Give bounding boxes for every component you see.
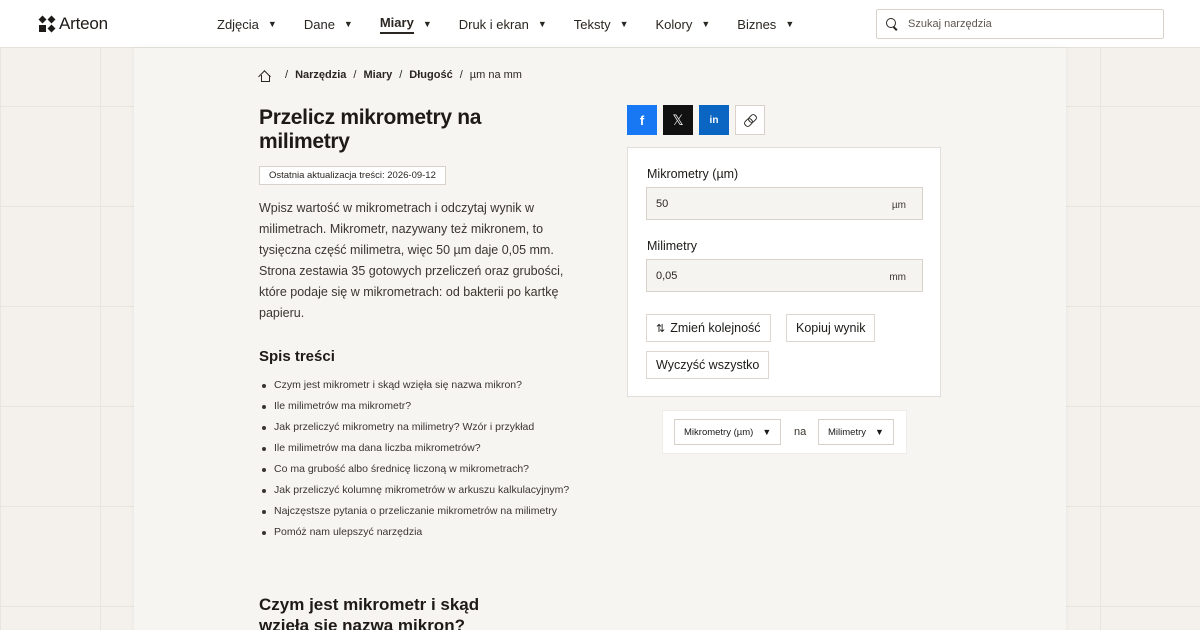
to-unit-select[interactable]: Milimetry ▼ (818, 419, 894, 445)
from-field: µm (646, 187, 923, 220)
from-unit: µm (891, 200, 906, 211)
home-icon[interactable] (259, 70, 270, 82)
toc-item[interactable]: Ile milimetrów ma mikrometr? (261, 396, 569, 417)
chevron-down-icon: ▼ (785, 19, 795, 29)
facebook-icon: f (639, 112, 645, 128)
chevron-down-icon: ▼ (619, 19, 629, 29)
nav-item-druk-i-ekran[interactable]: Druk i ekran ▼ (459, 0, 547, 48)
logo-icon (38, 15, 56, 33)
share-buttons: f 𝕏 in (627, 105, 765, 135)
breadcrumb-current: µm na mm (469, 69, 522, 81)
toc-item[interactable]: Jak przeliczyć mikrometry na milimetry? … (261, 417, 569, 438)
linkedin-share-button[interactable]: in (699, 105, 729, 135)
main-nav: Zdjęcia ▼ Dane ▼ Miary ▼ Druk i ekran ▼ Teks… (217, 0, 821, 48)
last-updated-badge: Ostatnia aktualizacja treści: 2026-09-12 (259, 166, 446, 185)
brand-logo[interactable]: Arteon (38, 14, 108, 34)
nav-item-teksty[interactable]: Teksty ▼ (574, 0, 629, 48)
toc-item[interactable]: Co ma grubość albo średnicę liczoną w mi… (261, 459, 569, 480)
chevron-down-icon: ▼ (875, 427, 884, 437)
search-box (876, 9, 1164, 39)
x-icon: 𝕏 (672, 111, 684, 128)
chevron-down-icon: ▼ (267, 19, 277, 29)
chevron-down-icon: ▼ (422, 19, 432, 29)
nav-item-zdjecia[interactable]: Zdjęcia ▼ (217, 0, 277, 48)
converter-card: Mikrometry (µm) µm Milimetry mm ⇅ Zmień … (627, 147, 941, 397)
toc-item[interactable]: Ile milimetrów ma dana liczba mikrometró… (261, 438, 569, 459)
swap-order-button[interactable]: ⇅ Zmień kolejność (646, 314, 771, 342)
toc-item[interactable]: Jak przeliczyć kolumnę mikrometrów w ark… (261, 480, 569, 501)
toc-title: Spis treści (259, 348, 335, 365)
nav-item-biznes[interactable]: Biznes ▼ (737, 0, 794, 48)
section-heading: Czym jest mikrometr i skąd wzięła się na… (259, 595, 480, 630)
search-icon (886, 18, 898, 30)
from-field-label: Mikrometry (µm) (647, 167, 739, 181)
top-navbar: Arteon Zdjęcia ▼ Dane ▼ Miary ▼ Druk i ekra… (0, 0, 1200, 48)
chevron-down-icon: ▼ (343, 19, 353, 29)
search-input[interactable] (908, 18, 1148, 30)
chevron-down-icon: ▼ (701, 19, 711, 29)
micrometers-input[interactable] (656, 197, 856, 210)
breadcrumb-item-miary[interactable]: Miary (363, 69, 392, 81)
unit-selector-bar: Mikrometry (µm) ▼ na Milimetry ▼ (662, 410, 907, 454)
toc-item[interactable]: Pomóż nam ulepszyć narzędzia (261, 522, 569, 543)
linkedin-icon: in (709, 114, 719, 126)
toc-item[interactable]: Najczęstsze pytania o przeliczanie mikro… (261, 501, 569, 522)
chevron-down-icon: ▼ (762, 427, 772, 437)
link-icon (744, 114, 756, 126)
breadcrumb-item-narzedzia[interactable]: Narzędzia (295, 69, 346, 81)
brand-name: Arteon (59, 14, 108, 33)
chevron-down-icon: ▼ (537, 19, 547, 29)
breadcrumb: / Narzędzia / Miary / Długość / µm na mm (259, 69, 522, 82)
clear-all-button[interactable]: Wyczyść wszystko (646, 351, 770, 379)
page-title: Przelicz mikrometry na milimetry (259, 106, 482, 153)
facebook-share-button[interactable]: f (627, 105, 657, 135)
toc-item[interactable]: Czym jest mikrometr i skąd wzięła się na… (261, 375, 569, 396)
breadcrumb-item-dlugosc[interactable]: Długość (409, 69, 452, 81)
copy-link-button[interactable] (735, 105, 765, 135)
to-unit: mm (889, 272, 906, 283)
millimeters-input[interactable] (656, 269, 856, 282)
x-share-button[interactable]: 𝕏 (663, 105, 693, 135)
nav-item-dane[interactable]: Dane ▼ (304, 0, 353, 48)
swap-icon: ⇅ (656, 322, 665, 335)
to-field: mm (646, 259, 923, 292)
intro-text: Wpisz wartość w mikrometrach i odczytaj … (259, 201, 564, 320)
nav-item-kolory[interactable]: Kolory ▼ (656, 0, 711, 48)
from-unit-select[interactable]: Mikrometry (µm) ▼ (674, 419, 782, 445)
unit-connector: na (794, 426, 807, 438)
to-field-label: Milimetry (647, 239, 697, 253)
nav-item-miary[interactable]: Miary ▼ (379, 0, 432, 48)
table-of-contents: Czym jest mikrometr i skąd wzięła się na… (261, 375, 569, 543)
copy-result-button[interactable]: Kopiuj wynik (786, 314, 876, 342)
